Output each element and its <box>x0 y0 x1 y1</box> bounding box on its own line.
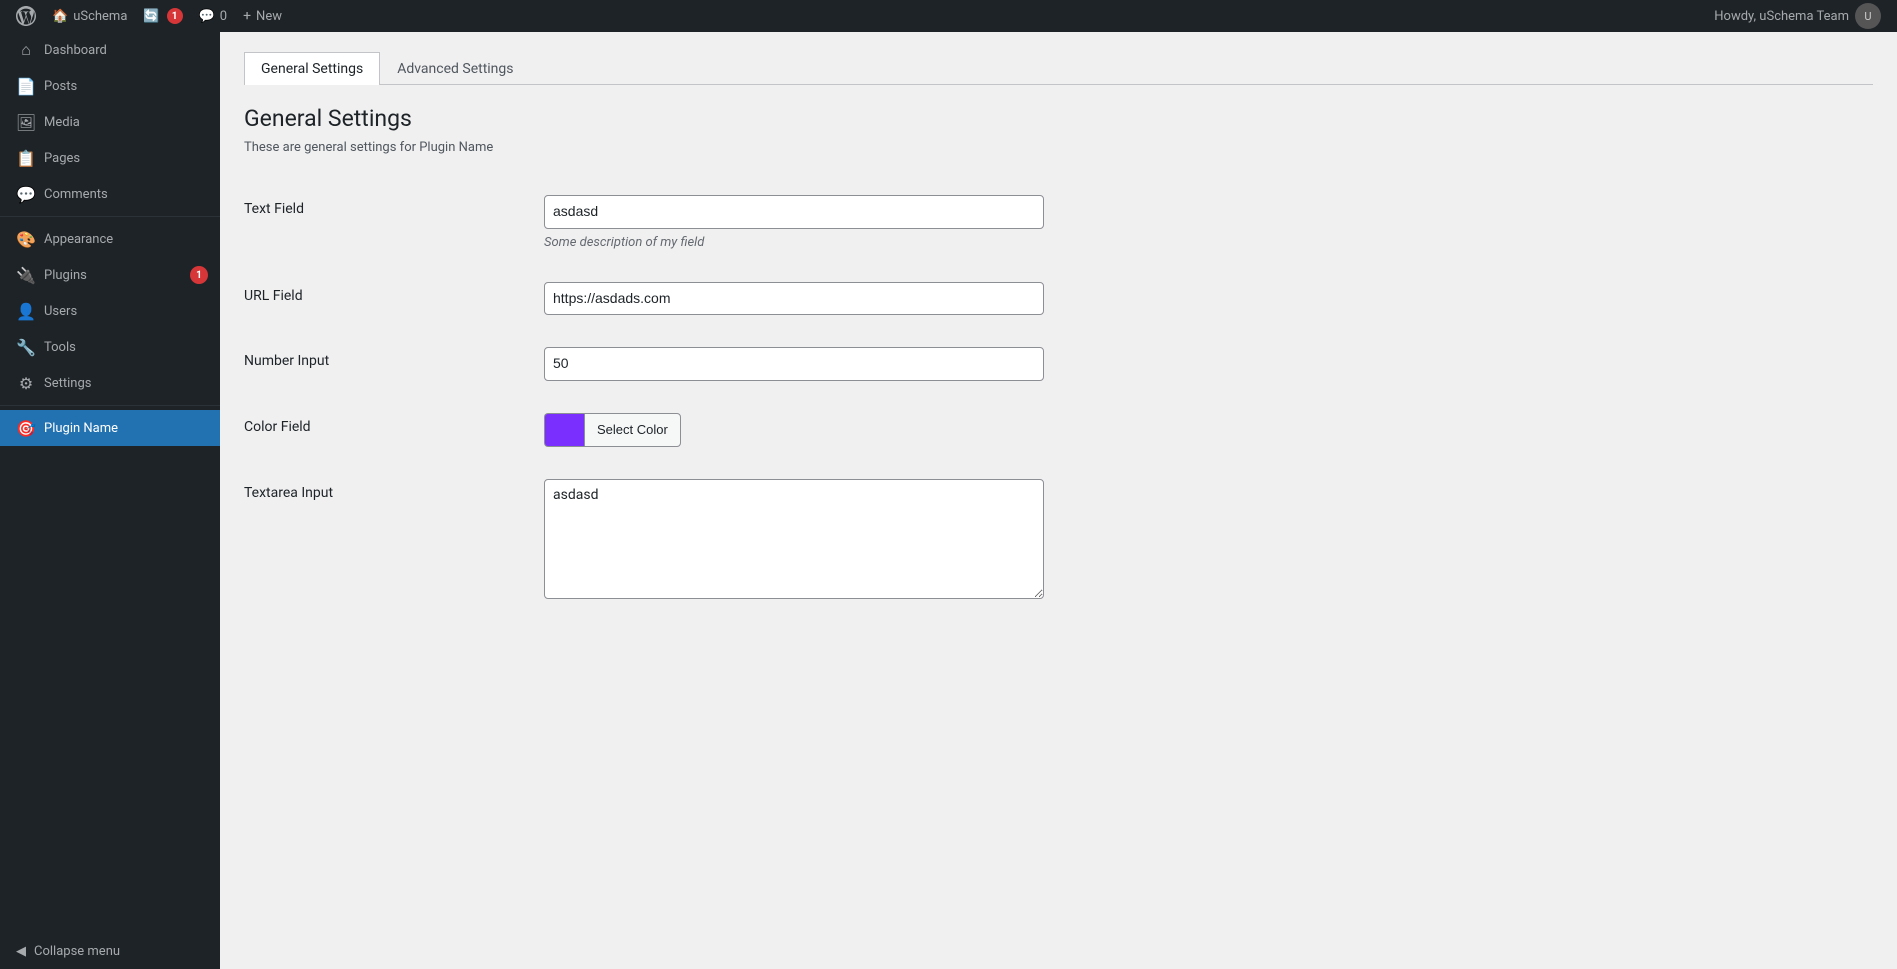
sidebar-item-dashboard[interactable]: ⌂ Dashboard <box>0 32 220 68</box>
sidebar-item-plugins[interactable]: 🔌 Plugins 1 <box>0 257 220 293</box>
dashboard-icon: ⌂ <box>16 40 36 60</box>
home-icon: 🏠 <box>52 9 68 24</box>
sidebar-item-label: Settings <box>44 376 208 391</box>
sidebar-item-settings[interactable]: ⚙ Settings <box>0 365 220 401</box>
comments-button[interactable]: 💬 0 <box>191 0 236 32</box>
sidebar-item-label: Plugins <box>44 268 182 283</box>
color-picker-wrapper: Select Color <box>544 413 1873 447</box>
sidebar-item-label: Posts <box>44 79 208 94</box>
user-avatar: U <box>1855 3 1881 29</box>
textarea-input-row: Textarea Input asdasd <box>244 463 1873 619</box>
collapse-menu-button[interactable]: ◀ Collapse menu <box>0 934 220 969</box>
greeting-text: Howdy, uSchema Team <box>1714 9 1849 24</box>
user-greeting: Howdy, uSchema Team U <box>1714 3 1889 29</box>
plus-icon: + <box>243 8 251 24</box>
sidebar-item-pages[interactable]: 📋 Pages <box>0 140 220 176</box>
sidebar-item-tools[interactable]: 🔧 Tools <box>0 329 220 365</box>
sidebar-item-label: Comments <box>44 187 208 202</box>
url-field-container <box>544 282 1873 316</box>
comments-icon: 💬 <box>199 9 215 24</box>
sidebar-item-label: Appearance <box>44 232 208 247</box>
settings-fields: Text Field Some description of my field … <box>244 179 1873 619</box>
sidebar-item-media[interactable]: 🖼 Media <box>0 104 220 140</box>
sidebar-item-label: Plugin Name <box>44 421 208 436</box>
url-field-input[interactable] <box>544 282 1044 316</box>
number-input-label: Number Input <box>244 347 544 369</box>
sidebar-item-label: Users <box>44 304 208 319</box>
plugins-icon: 🔌 <box>16 265 36 285</box>
textarea-input-field[interactable]: asdasd <box>544 479 1044 599</box>
select-color-button[interactable]: Select Color <box>584 413 681 447</box>
sidebar-item-appearance[interactable]: 🎨 Appearance <box>0 221 220 257</box>
number-input-row: Number Input <box>244 331 1873 397</box>
text-field-input[interactable] <box>544 195 1044 229</box>
wp-logo-icon <box>16 6 36 26</box>
url-field-row: URL Field <box>244 266 1873 332</box>
tab-general[interactable]: General Settings <box>244 52 380 85</box>
color-field-row: Color Field Select Color <box>244 397 1873 463</box>
new-content-button[interactable]: + New <box>235 0 290 32</box>
media-icon: 🖼 <box>16 112 36 132</box>
textarea-input-container: asdasd <box>544 479 1873 603</box>
users-icon: 👤 <box>16 301 36 321</box>
section-description: These are general settings for Plugin Na… <box>244 140 1873 155</box>
sidebar-item-posts[interactable]: 📄 Posts <box>0 68 220 104</box>
comments-count: 0 <box>220 9 227 24</box>
sidebar-item-label: Dashboard <box>44 43 208 58</box>
plugin-name-icon: 🎯 <box>16 418 36 438</box>
text-field-row: Text Field Some description of my field <box>244 179 1873 266</box>
site-name-label: uSchema <box>73 9 127 24</box>
number-input-field[interactable] <box>544 347 1044 381</box>
admin-bar: 🏠 uSchema 🔄 1 💬 0 + New Howdy, uSchema T… <box>0 0 1897 32</box>
collapse-icon: ◀ <box>16 944 26 959</box>
text-field-description: Some description of my field <box>544 235 1873 250</box>
number-input-container <box>544 347 1873 381</box>
updates-button[interactable]: 🔄 1 <box>135 0 190 32</box>
sidebar-item-comments[interactable]: 💬 Comments <box>0 176 220 212</box>
tools-icon: 🔧 <box>16 337 36 357</box>
section-title: General Settings <box>244 105 1873 132</box>
sidebar-item-label: Media <box>44 115 208 130</box>
sidebar-item-plugin-name[interactable]: 🎯 Plugin Name <box>0 410 220 446</box>
collapse-label: Collapse menu <box>34 944 120 959</box>
comments-nav-icon: 💬 <box>16 184 36 204</box>
settings-icon: ⚙ <box>16 373 36 393</box>
sidebar-item-label: Pages <box>44 151 208 166</box>
plugins-badge: 1 <box>190 266 208 284</box>
color-field-container: Select Color <box>544 413 1873 447</box>
text-field-container: Some description of my field <box>544 195 1873 250</box>
pages-icon: 📋 <box>16 148 36 168</box>
wp-logo-button[interactable] <box>8 0 44 32</box>
sidebar-item-users[interactable]: 👤 Users <box>0 293 220 329</box>
color-swatch[interactable] <box>544 413 584 447</box>
posts-icon: 📄 <box>16 76 36 96</box>
sidebar-item-label: Tools <box>44 340 208 355</box>
main-content: General Settings Advanced Settings Gener… <box>220 32 1897 969</box>
updates-icon: 🔄 <box>143 9 159 24</box>
textarea-input-label: Textarea Input <box>244 479 544 501</box>
color-field-label: Color Field <box>244 413 544 435</box>
text-field-label: Text Field <box>244 195 544 217</box>
tab-advanced[interactable]: Advanced Settings <box>380 52 530 85</box>
url-field-label: URL Field <box>244 282 544 304</box>
sidebar: ⌂ Dashboard 📄 Posts 🖼 Media 📋 Pages 💬 Co… <box>0 32 220 969</box>
settings-tabs: General Settings Advanced Settings <box>244 52 1873 85</box>
new-label: New <box>256 9 282 24</box>
appearance-icon: 🎨 <box>16 229 36 249</box>
updates-badge: 1 <box>167 8 183 24</box>
site-name-button[interactable]: 🏠 uSchema <box>44 0 135 32</box>
